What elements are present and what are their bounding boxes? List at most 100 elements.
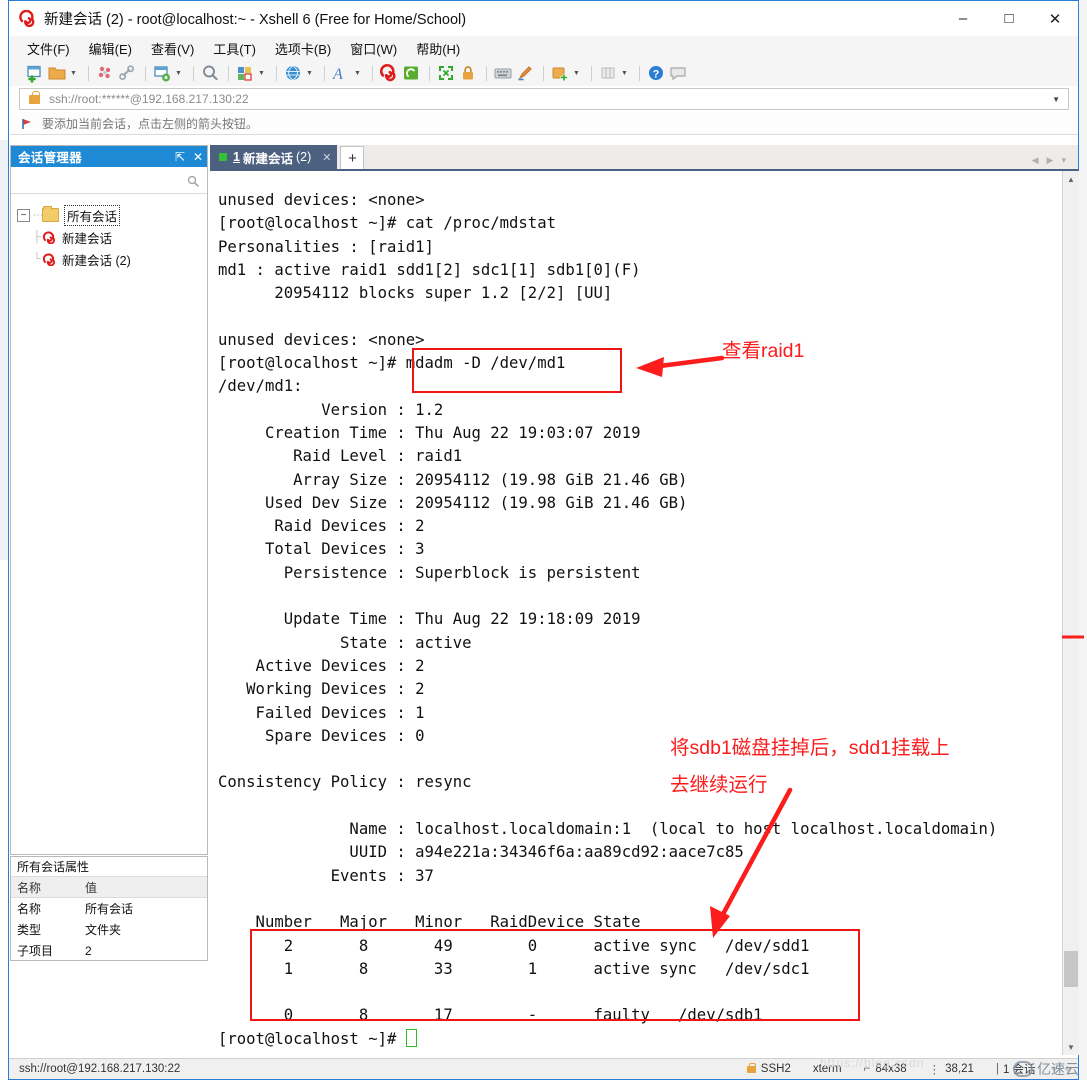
tree-item-label: 新建会话 (2) xyxy=(62,253,131,268)
find-icon[interactable] xyxy=(200,63,220,83)
tree-item-session-2[interactable]: └ 新建会话 (2) xyxy=(17,248,207,270)
properties-row: 子项目 2 xyxy=(11,940,207,961)
toolbar-separator xyxy=(486,65,487,81)
add-toolbar-icon[interactable] xyxy=(550,63,570,83)
tab-suffix: (2) xyxy=(295,150,312,164)
close-icon[interactable]: ✕ xyxy=(189,146,207,167)
chevron-down-icon[interactable]: ▼ xyxy=(1052,95,1060,104)
caret-down-icon[interactable]: ▼ xyxy=(353,63,362,83)
annotation-box-mdadm-command xyxy=(412,348,622,393)
highlight-pen-icon[interactable] xyxy=(515,63,535,83)
cursor-pos-icon: ⋮ xyxy=(928,1064,941,1076)
toolbar-separator xyxy=(429,65,430,81)
status-cursor-pos-label: 38,21 xyxy=(945,1063,974,1075)
pin-icon[interactable]: ⇱ xyxy=(171,146,189,167)
keyboard-icon[interactable] xyxy=(493,63,513,83)
tree-line: ├ xyxy=(33,231,41,243)
svg-text:?: ? xyxy=(653,69,660,81)
terminal-scrollbar[interactable]: ▲ ▼ xyxy=(1062,171,1079,1055)
folder-icon xyxy=(42,206,59,222)
open-folder-icon[interactable] xyxy=(47,63,67,83)
caret-down-icon[interactable]: ▼ xyxy=(572,63,581,83)
menu-tabs[interactable]: 选项卡(B) xyxy=(275,39,331,58)
menu-file[interactable]: 文件(F) xyxy=(27,39,70,58)
toolbar: ▼ ▼ ▼ ▼ A ▼ ▼ ▼ ? xyxy=(9,60,1078,86)
xshell-logo-icon xyxy=(19,9,37,28)
xshell-icon[interactable] xyxy=(379,63,399,83)
properties-panel: 所有会话属性 名称 值 名称 所有会话 类型 文件夹 子项目 2 xyxy=(10,856,208,961)
caret-down-icon[interactable]: ▼ xyxy=(305,63,314,83)
anno-view-raid1: 查看raid1 xyxy=(722,340,805,362)
session-properties-icon[interactable] xyxy=(152,63,172,83)
info-strip: 要添加当前会话，点击左侧的箭头按钮。 xyxy=(10,112,1078,135)
toolbar-separator xyxy=(324,65,325,81)
session-manager-header: 会话管理器 ⇱ ✕ xyxy=(11,146,207,167)
new-tab-button[interactable]: + xyxy=(340,146,365,169)
address-bar[interactable]: ssh://root:******@192.168.217.130:22 ▼ xyxy=(19,88,1069,110)
minimize-button[interactable]: – xyxy=(940,1,986,36)
menu-view[interactable]: 查看(V) xyxy=(151,39,194,58)
layout-icon[interactable] xyxy=(235,63,255,83)
properties-cell-value: 所有会话 xyxy=(85,902,134,916)
tree-root-all-sessions[interactable]: − ⋯ 所有会话 xyxy=(17,204,207,226)
maximize-button[interactable]: □ xyxy=(986,1,1032,36)
caret-down-icon[interactable]: ▼ xyxy=(69,63,78,83)
tab-menu-button[interactable]: ▾ xyxy=(1061,155,1066,166)
watermark: 亿速云 xyxy=(1013,1058,1079,1079)
lock-icon[interactable] xyxy=(458,63,478,83)
watermark-faint-text: https://blog.csdn xyxy=(820,1056,925,1070)
lock-icon xyxy=(29,90,40,104)
session-search-input[interactable] xyxy=(11,167,207,194)
terminal-output[interactable]: unused devices: <none> [root@localhost ~… xyxy=(210,171,1062,1055)
disconnect-icon[interactable] xyxy=(95,63,115,83)
scroll-down-arrow[interactable]: ▼ xyxy=(1063,1039,1079,1055)
xftp-icon[interactable] xyxy=(401,63,421,83)
tab-number: 1 xyxy=(233,150,240,164)
anno-sdb1-fail-line2: 去继续运行 xyxy=(670,774,768,796)
link-icon[interactable] xyxy=(117,63,137,83)
annotation-box-device-table xyxy=(250,929,860,1021)
scrollbar-thumb[interactable] xyxy=(1064,951,1078,987)
toolbar-separator xyxy=(639,65,640,81)
tab-navigation: ◀ ▶ ▾ xyxy=(1028,155,1078,169)
green-square-icon xyxy=(219,153,227,161)
tab-next-button[interactable]: ▶ xyxy=(1047,155,1054,166)
tree-dots: ⋯ xyxy=(33,209,43,221)
new-session-icon[interactable] xyxy=(25,63,45,83)
fullscreen-icon[interactable] xyxy=(436,63,456,83)
tree-item-session-1[interactable]: ├ 新建会话 xyxy=(17,226,207,248)
properties-row: 名称 所有会话 xyxy=(11,898,207,919)
menu-edit[interactable]: 编辑(E) xyxy=(89,39,132,58)
menu-window[interactable]: 窗口(W) xyxy=(350,39,397,58)
close-icon[interactable]: ✕ xyxy=(322,151,331,164)
comment-icon[interactable] xyxy=(668,63,688,83)
properties-header-name: 名称 xyxy=(17,880,42,895)
session-manager-title: 会话管理器 xyxy=(18,151,83,165)
properties-row: 类型 文件夹 xyxy=(11,919,207,940)
watermark-text: 亿速云 xyxy=(1037,1060,1079,1077)
help-icon[interactable]: ? xyxy=(646,63,666,83)
properties-cell-name: 子项目 xyxy=(17,944,54,958)
toolbar-separator xyxy=(228,65,229,81)
tab-prev-button[interactable]: ◀ xyxy=(1032,155,1039,166)
properties-header-value: 值 xyxy=(85,880,98,895)
toolbar-separator xyxy=(591,65,592,81)
globe-icon[interactable] xyxy=(283,63,303,83)
tree-expander-icon[interactable]: − xyxy=(17,208,30,222)
toolbar-separator xyxy=(88,65,89,81)
toolbar-separator xyxy=(193,65,194,81)
watermark-logo-icon xyxy=(1013,1060,1033,1077)
scroll-up-arrow[interactable]: ▲ xyxy=(1063,171,1079,187)
close-button[interactable]: ✕ xyxy=(1032,1,1078,36)
background-app-strip xyxy=(0,140,8,560)
caret-down-icon[interactable]: ▼ xyxy=(257,63,266,83)
search-icon[interactable] xyxy=(187,174,199,187)
toolbar-separator xyxy=(276,65,277,81)
caret-down-icon[interactable]: ▼ xyxy=(174,63,183,83)
menu-help[interactable]: 帮助(H) xyxy=(416,39,460,58)
menu-tools[interactable]: 工具(T) xyxy=(213,39,256,58)
font-icon[interactable]: A xyxy=(331,63,351,83)
tab-session-1[interactable]: 1 新建会话 (2) ✕ xyxy=(210,145,338,169)
columns-icon xyxy=(598,63,618,83)
title-bar: 新建会话 (2) - root@localhost:~ - Xshell 6 (… xyxy=(9,1,1078,36)
